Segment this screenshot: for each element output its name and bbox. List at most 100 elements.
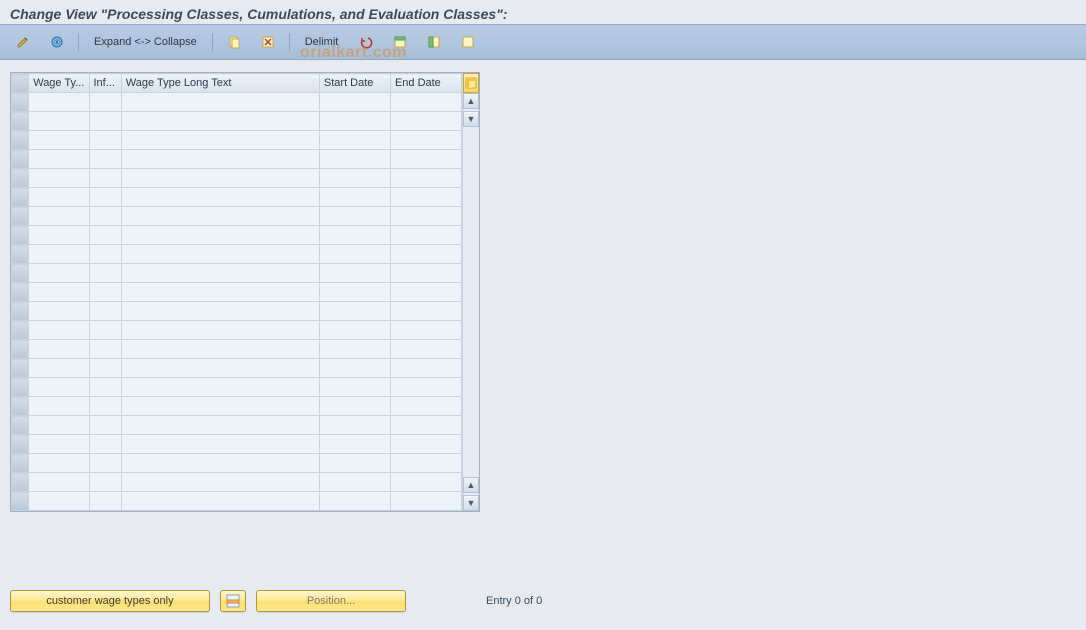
row-selector[interactable]	[12, 359, 29, 378]
table-cell[interactable]	[121, 226, 319, 245]
row-selector[interactable]	[12, 207, 29, 226]
table-cell[interactable]	[29, 378, 89, 397]
table-cell[interactable]	[121, 283, 319, 302]
row-selector[interactable]	[12, 283, 29, 302]
row-selector[interactable]	[12, 226, 29, 245]
table-cell[interactable]	[319, 112, 390, 131]
table-cell[interactable]	[121, 340, 319, 359]
table-cell[interactable]	[89, 207, 121, 226]
table-cell[interactable]	[319, 169, 390, 188]
row-selector[interactable]	[12, 397, 29, 416]
table-cell[interactable]	[29, 397, 89, 416]
table-cell[interactable]	[29, 416, 89, 435]
scroll-down-icon[interactable]: ▼	[463, 111, 479, 127]
table-cell[interactable]	[121, 264, 319, 283]
table-cell[interactable]	[89, 245, 121, 264]
table-cell[interactable]	[319, 454, 390, 473]
table-cell[interactable]	[319, 207, 390, 226]
delete-icon[interactable]	[253, 31, 283, 53]
table-cell[interactable]	[121, 131, 319, 150]
table-cell[interactable]	[390, 378, 461, 397]
table-cell[interactable]	[390, 131, 461, 150]
table-cell[interactable]	[121, 321, 319, 340]
table-cell[interactable]	[29, 93, 89, 112]
row-selector[interactable]	[12, 473, 29, 492]
scroll-down-icon[interactable]: ▼	[463, 495, 479, 511]
table-cell[interactable]	[29, 302, 89, 321]
row-selector[interactable]	[12, 169, 29, 188]
row-selector[interactable]	[12, 454, 29, 473]
row-selector-header[interactable]	[12, 74, 29, 93]
table-cell[interactable]	[89, 492, 121, 511]
table-cell[interactable]	[390, 245, 461, 264]
table-cell[interactable]	[121, 93, 319, 112]
table-cell[interactable]	[319, 131, 390, 150]
table-cell[interactable]	[319, 359, 390, 378]
row-selector[interactable]	[12, 321, 29, 340]
table-cell[interactable]	[390, 112, 461, 131]
change-mode-icon[interactable]	[8, 31, 38, 53]
table-cell[interactable]	[121, 454, 319, 473]
table-cell[interactable]	[89, 416, 121, 435]
table-cell[interactable]	[390, 226, 461, 245]
table-cell[interactable]	[89, 340, 121, 359]
row-selector[interactable]	[12, 188, 29, 207]
table-cell[interactable]	[121, 397, 319, 416]
row-selector[interactable]	[12, 150, 29, 169]
table-cell[interactable]	[319, 435, 390, 454]
table-cell[interactable]	[390, 188, 461, 207]
deselect-all-icon[interactable]	[453, 31, 483, 53]
select-block-icon[interactable]	[419, 31, 449, 53]
row-selector[interactable]	[12, 302, 29, 321]
vertical-scrollbar[interactable]: ▲ ▼ ▲ ▼	[462, 73, 479, 511]
table-cell[interactable]	[89, 150, 121, 169]
table-cell[interactable]	[29, 245, 89, 264]
table-cell[interactable]	[29, 340, 89, 359]
table-cell[interactable]	[319, 264, 390, 283]
table-cell[interactable]	[121, 435, 319, 454]
table-cell[interactable]	[121, 473, 319, 492]
table-cell[interactable]	[319, 150, 390, 169]
table-cell[interactable]	[89, 302, 121, 321]
table-cell[interactable]	[390, 435, 461, 454]
table-cell[interactable]	[29, 473, 89, 492]
table-cell[interactable]	[390, 264, 461, 283]
column-header[interactable]: Wage Type Long Text	[121, 74, 319, 93]
table-cell[interactable]	[390, 93, 461, 112]
table-cell[interactable]	[319, 378, 390, 397]
table-cell[interactable]	[89, 264, 121, 283]
table-cell[interactable]	[29, 454, 89, 473]
row-selector[interactable]	[12, 245, 29, 264]
table-cell[interactable]	[89, 454, 121, 473]
table-cell[interactable]	[390, 321, 461, 340]
table-cell[interactable]	[29, 150, 89, 169]
table-cell[interactable]	[390, 416, 461, 435]
table-cell[interactable]	[390, 340, 461, 359]
table-cell[interactable]	[29, 169, 89, 188]
table-cell[interactable]	[29, 226, 89, 245]
customer-wage-types-button[interactable]: customer wage types only	[10, 590, 210, 612]
row-selector[interactable]	[12, 435, 29, 454]
table-cell[interactable]	[319, 93, 390, 112]
row-selector[interactable]	[12, 264, 29, 283]
column-header[interactable]: Inf...	[89, 74, 121, 93]
row-selector[interactable]	[12, 93, 29, 112]
table-cell[interactable]	[89, 283, 121, 302]
table-cell[interactable]	[121, 169, 319, 188]
table-cell[interactable]	[319, 340, 390, 359]
table-cell[interactable]	[390, 150, 461, 169]
table-cell[interactable]	[319, 321, 390, 340]
table-cell[interactable]	[89, 321, 121, 340]
table-cell[interactable]	[121, 378, 319, 397]
table-cell[interactable]	[319, 283, 390, 302]
row-selector[interactable]	[12, 112, 29, 131]
table-cell[interactable]	[29, 207, 89, 226]
table-cell[interactable]	[29, 188, 89, 207]
table-cell[interactable]	[319, 416, 390, 435]
scroll-up-icon[interactable]: ▲	[463, 477, 479, 493]
table-cell[interactable]	[319, 302, 390, 321]
select-all-icon[interactable]	[385, 31, 415, 53]
table-cell[interactable]	[121, 150, 319, 169]
table-cell[interactable]	[89, 112, 121, 131]
table-cell[interactable]	[89, 131, 121, 150]
